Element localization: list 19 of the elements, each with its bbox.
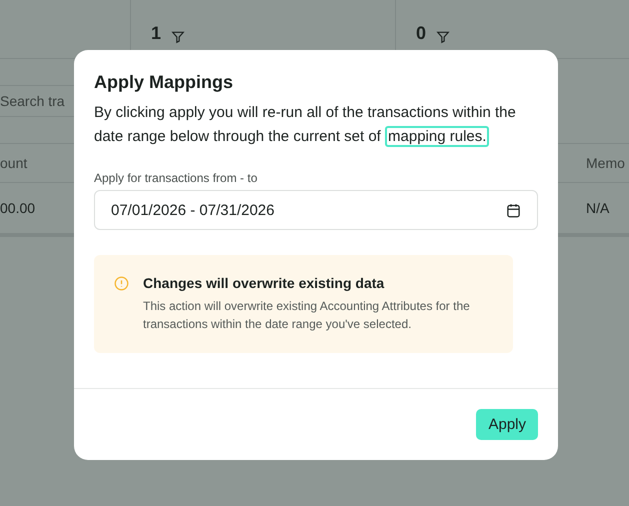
dialog-title: Apply Mappings bbox=[94, 72, 234, 93]
apply-button[interactable]: Apply bbox=[476, 409, 538, 440]
field-label: Apply for transactions from - to bbox=[94, 171, 258, 185]
table-cell: 00.00 bbox=[0, 200, 36, 216]
dialog-text: By clicking apply you will re-run all of the transactions within the date range below through the current set of mapping rules. bbox=[94, 103, 517, 149]
filter-icon[interactable] bbox=[171, 30, 186, 44]
column-header: ount bbox=[0, 155, 28, 171]
table-cell-text: N/A bbox=[585, 200, 610, 216]
date-range-field[interactable]: 07/01/2026 - 07/31/2026 bbox=[94, 190, 538, 230]
search-field[interactable]: Search tra bbox=[0, 85, 75, 117]
filter-icon[interactable] bbox=[436, 30, 450, 44]
warning-title: Changes will overwrite existing data bbox=[143, 275, 386, 291]
calendar-icon bbox=[506, 202, 521, 218]
column-header: Memo bbox=[585, 155, 626, 171]
stat-value: 1 bbox=[151, 22, 162, 44]
mapping-rules-link[interactable]: mapping rules. bbox=[385, 126, 490, 147]
warning-text: This action will overwrite existing Accounting Attributes for the transactions within the date range you've selected. bbox=[143, 298, 471, 333]
stat-value: 0 bbox=[416, 22, 426, 44]
warning-icon bbox=[114, 276, 129, 291]
